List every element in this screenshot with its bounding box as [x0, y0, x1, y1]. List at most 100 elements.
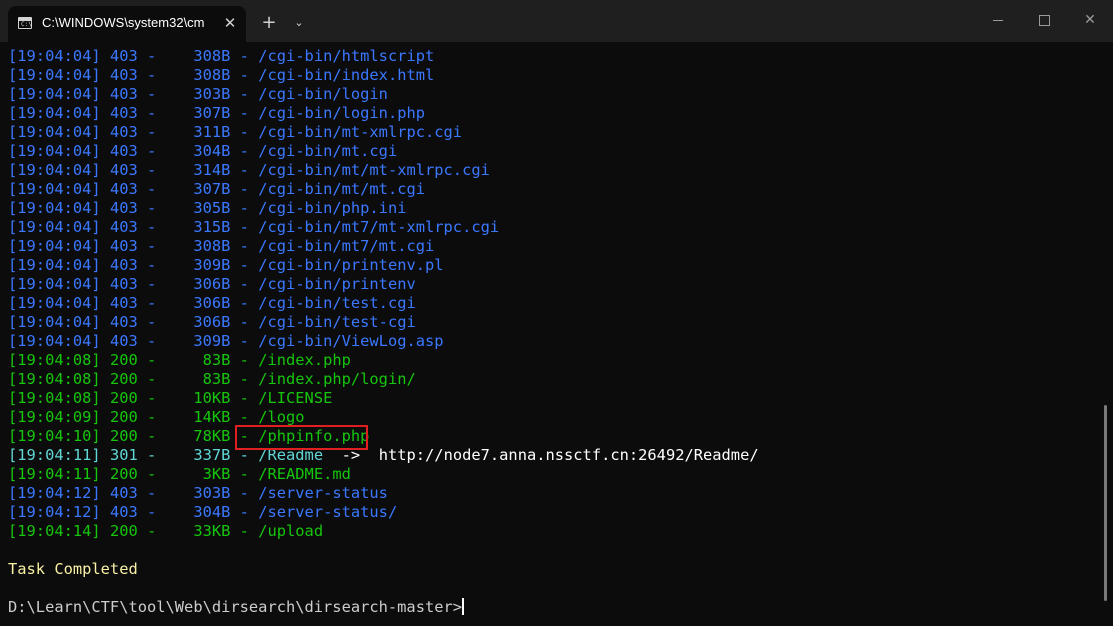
log-line: [19:04:04] 403 - 303B - /cgi-bin/login — [8, 85, 1098, 104]
log-line: [19:04:09] 200 - 14KB - /logo — [8, 408, 1098, 427]
log-size: 33KB - — [184, 522, 259, 540]
log-line: [19:04:04] 403 - 309B - /cgi-bin/printen… — [8, 256, 1098, 275]
minimize-icon — [993, 19, 1003, 21]
log-line: [19:04:04] 403 - 308B - /cgi-bin/index.h… — [8, 66, 1098, 85]
close-tab-icon[interactable]: ✕ — [220, 13, 240, 33]
log-size: 14KB - — [184, 408, 259, 426]
log-time: [19:04:11] — [8, 465, 110, 483]
log-status: 403 - — [109, 142, 185, 160]
log-size: 315B - — [184, 218, 259, 236]
log-size: 308B - — [184, 237, 259, 255]
log-path: /index.php — [258, 351, 351, 369]
log-status: 403 - — [109, 199, 185, 217]
log-status: 200 - — [109, 351, 185, 369]
log-time: [19:04:14] — [8, 522, 110, 540]
minimize-button[interactable] — [975, 0, 1021, 40]
tab-title: C:\WINDOWS\system32\cmd.e — [42, 15, 204, 30]
log-path: /index.php/login/ — [258, 370, 416, 388]
log-size: 306B - — [184, 275, 259, 293]
log-line: [19:04:12] 403 - 304B - /server-status/ — [8, 503, 1098, 522]
log-time: [19:04:04] — [8, 180, 110, 198]
log-line: [19:04:04] 403 - 314B - /cgi-bin/mt/mt-x… — [8, 161, 1098, 180]
chevron-down-icon[interactable]: ⌄ — [290, 12, 308, 34]
log-time: [19:04:04] — [8, 123, 110, 141]
tab-cmd[interactable]: C:\ C:\WINDOWS\system32\cmd.e ✕ — [8, 6, 246, 42]
log-status: 403 - — [109, 256, 185, 274]
log-path: /cgi-bin/mt-xmlrpc.cgi — [258, 123, 463, 141]
log-size: 309B - — [184, 256, 259, 274]
log-line: [19:04:08] 200 - 83B - /index.php/login/ — [8, 370, 1098, 389]
log-status: 200 - — [109, 465, 185, 483]
log-path: /cgi-bin/mt7/mt-xmlrpc.cgi — [258, 218, 500, 236]
text-cursor — [462, 598, 465, 615]
log-path: /cgi-bin/mt/mt-xmlrpc.cgi — [258, 161, 490, 179]
log-time: [19:04:04] — [8, 256, 110, 274]
log-line: [19:04:04] 403 - 309B - /cgi-bin/ViewLog… — [8, 332, 1098, 351]
maximize-button[interactable] — [1021, 0, 1067, 40]
log-lines: [19:04:04] 403 - 308B - /cgi-bin/htmlscr… — [8, 47, 1098, 541]
log-status: 403 - — [109, 123, 185, 141]
log-size: 303B - — [184, 85, 259, 103]
log-time: [19:04:04] — [8, 104, 110, 122]
log-size: 307B - — [184, 104, 259, 122]
log-path: /cgi-bin/printenv — [258, 275, 416, 293]
log-status: 403 - — [109, 275, 185, 293]
log-time: [19:04:12] — [8, 484, 110, 502]
log-line: [19:04:08] 200 - 83B - /index.php — [8, 351, 1098, 370]
log-time: [19:04:04] — [8, 66, 110, 84]
log-path: /cgi-bin/login.php — [258, 104, 426, 122]
log-time: [19:04:04] — [8, 218, 110, 236]
log-time: [19:04:04] — [8, 332, 110, 350]
log-line: [19:04:11] 301 - 337B - /Readme -> http:… — [8, 446, 1098, 465]
log-status: 200 - — [109, 427, 185, 445]
log-status: 403 - — [109, 503, 185, 521]
log-path: /cgi-bin/mt.cgi — [258, 142, 398, 160]
close-window-button[interactable]: ✕ — [1067, 0, 1113, 40]
log-status: 200 - — [109, 389, 185, 407]
scrollbar[interactable] — [1104, 405, 1107, 601]
task-completed-text: Task Completed — [8, 560, 138, 578]
log-line: [19:04:04] 403 - 311B - /cgi-bin/mt-xmlr… — [8, 123, 1098, 142]
log-line: [19:04:04] 403 - 307B - /cgi-bin/mt/mt.c… — [8, 180, 1098, 199]
log-time: [19:04:10] — [8, 427, 110, 445]
log-size: 3KB - — [184, 465, 259, 483]
log-status: 200 - — [109, 408, 185, 426]
log-size: 305B - — [184, 199, 259, 217]
log-status: 403 - — [109, 332, 185, 350]
log-time: [19:04:08] — [8, 370, 110, 388]
log-size: 304B - — [184, 503, 259, 521]
log-line: [19:04:04] 403 - 315B - /cgi-bin/mt7/mt-… — [8, 218, 1098, 237]
log-status: 403 - — [109, 237, 185, 255]
log-path: /cgi-bin/login — [258, 85, 388, 103]
log-path: /upload — [258, 522, 324, 540]
log-time: [19:04:11] — [8, 446, 110, 464]
log-size: 83B - — [184, 351, 259, 369]
command-prompt[interactable]: D:\Learn\CTF\tool\Web\dirsearch\dirsearc… — [8, 598, 1098, 617]
log-time: [19:04:08] — [8, 351, 110, 369]
log-path: /README.md — [258, 465, 351, 483]
terminal-output[interactable]: [19:04:04] 403 - 308B - /cgi-bin/htmlscr… — [8, 47, 1098, 626]
log-line: [19:04:04] 403 - 307B - /cgi-bin/login.p… — [8, 104, 1098, 123]
new-tab-button[interactable]: + — [258, 12, 280, 34]
log-path: /cgi-bin/mt/mt.cgi — [258, 180, 426, 198]
log-line: [19:04:04] 403 - 306B - /cgi-bin/test-cg… — [8, 313, 1098, 332]
log-status: 403 - — [109, 85, 185, 103]
log-time: [19:04:04] — [8, 313, 110, 331]
log-size: 308B - — [184, 47, 259, 65]
log-status: 301 - — [109, 446, 185, 464]
log-status: 403 - — [109, 313, 185, 331]
log-time: [19:04:04] — [8, 237, 110, 255]
log-status: 200 - — [109, 370, 185, 388]
log-line: [19:04:04] 403 - 308B - /cgi-bin/htmlscr… — [8, 47, 1098, 66]
log-path: /LICENSE — [258, 389, 333, 407]
log-path: /server-status — [258, 484, 388, 502]
log-size: 83B - — [184, 370, 259, 388]
log-size: 314B - — [184, 161, 259, 179]
log-line: [19:04:08] 200 - 10KB - /LICENSE — [8, 389, 1098, 408]
log-status: 403 - — [109, 47, 185, 65]
log-time: [19:04:08] — [8, 389, 110, 407]
log-size: 309B - — [184, 332, 259, 350]
log-path: /cgi-bin/ViewLog.asp — [258, 332, 444, 350]
